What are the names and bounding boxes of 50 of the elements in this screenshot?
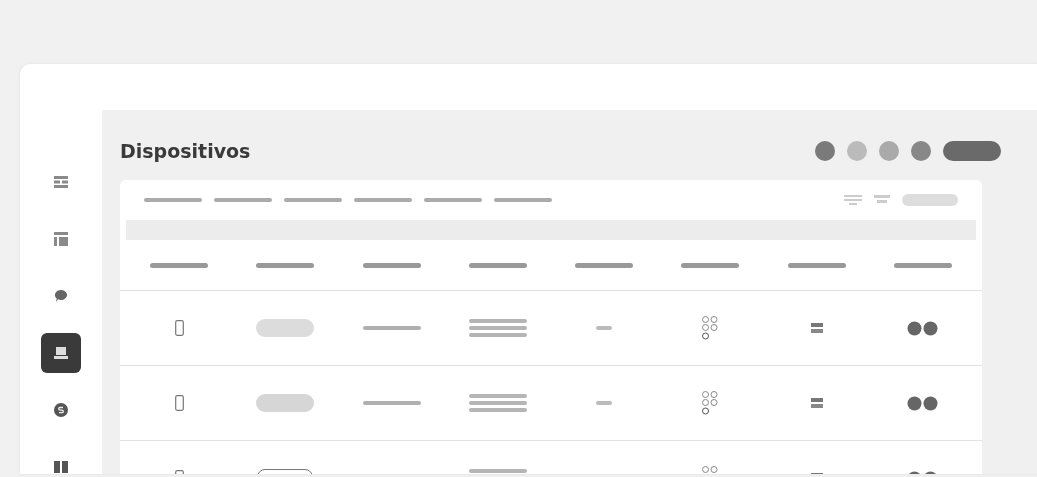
placeholder-line [468, 401, 527, 405]
column-heading-placeholder [256, 262, 315, 268]
chat-bubble-icon [54, 289, 68, 303]
filter-placeholder [494, 198, 552, 202]
placeholder-line [468, 394, 527, 398]
placeholder-line [468, 326, 527, 330]
action-dot[interactable] [911, 141, 931, 161]
column-heading-placeholder [787, 262, 846, 268]
placeholder-line [468, 408, 527, 412]
action-dot[interactable] [879, 141, 899, 161]
status-pill [256, 394, 315, 412]
action-dot[interactable] [815, 141, 835, 161]
placeholder-bar [596, 326, 613, 330]
column-heading-placeholder [681, 262, 740, 268]
action-dot[interactable] [847, 141, 867, 161]
placeholder-bar [596, 401, 613, 405]
filter-placeholder [354, 198, 412, 202]
phone-icon [174, 395, 184, 411]
filter-placeholder [214, 198, 272, 202]
dollar-coin-icon [54, 403, 68, 417]
column-heading-placeholder [893, 262, 952, 268]
dot-pair-icon [907, 320, 939, 336]
stacked-bars-icon [810, 397, 823, 409]
dot-pair-icon [907, 395, 939, 411]
placeholder-line [468, 319, 527, 323]
column-heading-placeholder [362, 262, 421, 268]
column-heading-placeholder [468, 262, 527, 268]
placeholder-line [468, 333, 527, 337]
grid-icon [54, 176, 68, 188]
circle-group-icon [702, 316, 719, 340]
sidebar-item[interactable] [41, 333, 81, 373]
column-heading-placeholder [150, 262, 209, 268]
export-placeholder [902, 194, 958, 206]
phone-icon [174, 320, 184, 336]
filter-placeholder [284, 198, 342, 202]
stacked-bars-icon [810, 322, 823, 334]
laptop-icon [54, 347, 68, 359]
status-pill [256, 319, 315, 337]
placeholder-bar [362, 401, 421, 405]
column-heading-placeholder [575, 262, 634, 268]
layout-icon [54, 232, 68, 246]
action-pill[interactable] [943, 141, 1001, 161]
filter-placeholder [144, 198, 202, 202]
placeholder-line [468, 469, 527, 473]
circle-group-icon [702, 391, 719, 415]
placeholder-bar [362, 326, 421, 330]
page-title: Dispositivos [120, 140, 252, 162]
book-icon [54, 461, 68, 473]
filter-icon [844, 193, 862, 207]
filter-placeholder [424, 198, 482, 202]
